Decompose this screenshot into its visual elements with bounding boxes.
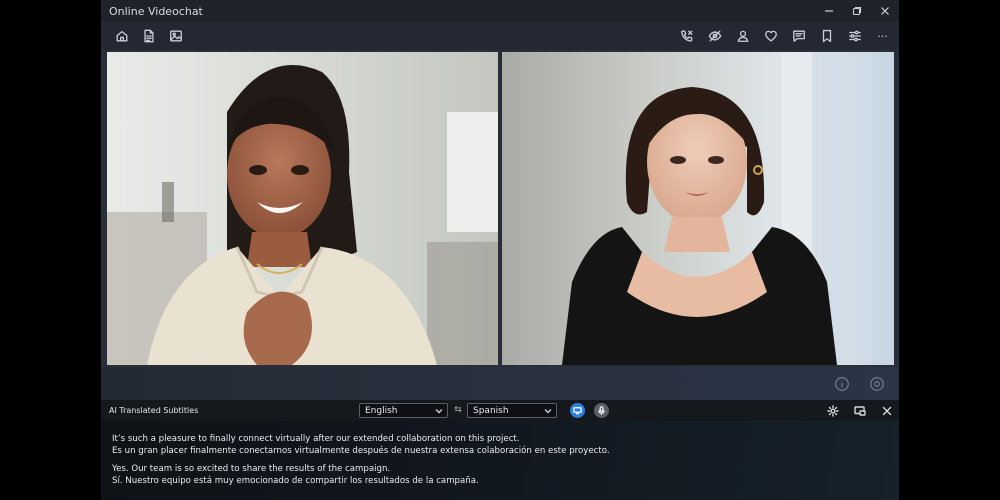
bookmark-icon[interactable] <box>816 26 837 47</box>
stage-control-bar <box>101 367 899 400</box>
microphone-icon <box>598 406 605 415</box>
gear-icon[interactable] <box>825 403 841 418</box>
source-language-value: English <box>365 405 398 416</box>
settings-circle-icon[interactable] <box>869 376 885 392</box>
home-icon[interactable] <box>111 26 132 47</box>
subtitle-transcript: It’s such a pleasure to finally connect … <box>101 421 899 500</box>
subtitle-original: Yes. Our team is so excited to share the… <box>112 464 391 474</box>
videochat-window: Online Videochat ··· AI Translated Subti… <box>101 0 899 500</box>
window-title: Online Videochat <box>109 4 203 18</box>
subtitles-header: AI Translated Subtitles English ⇆ Spanis… <box>101 400 899 421</box>
heart-icon[interactable] <box>760 26 781 47</box>
swap-languages-icon[interactable]: ⇆ <box>453 404 463 416</box>
source-language-select[interactable]: English <box>359 403 448 418</box>
mic-button[interactable] <box>594 403 609 418</box>
monitor-icon <box>573 407 582 415</box>
close-icon[interactable] <box>879 403 895 418</box>
info-icon[interactable] <box>834 376 850 392</box>
sliders-icon[interactable] <box>844 26 865 47</box>
chevron-down-icon <box>544 407 552 415</box>
subtitle-translation: Es un gran placer finalmente conectarnos… <box>112 446 610 456</box>
eye-off-icon[interactable] <box>704 26 725 47</box>
screen-subtitles-button[interactable] <box>570 403 585 418</box>
more-icon[interactable]: ··· <box>872 26 893 47</box>
close-icon[interactable] <box>871 0 899 22</box>
minimize-icon[interactable] <box>815 0 843 22</box>
screen-icon[interactable] <box>852 403 868 418</box>
target-language-select[interactable]: Spanish <box>467 403 557 418</box>
subtitle-original: It’s such a pleasure to finally connect … <box>112 434 520 444</box>
person-icon[interactable] <box>732 26 753 47</box>
title-bar: Online Videochat <box>101 0 899 22</box>
participant-video-right[interactable] <box>502 52 894 365</box>
toolbar: ··· <box>101 22 899 50</box>
video-stage <box>101 50 899 367</box>
phone-call-icon[interactable] <box>676 26 697 47</box>
document-icon[interactable] <box>138 26 159 47</box>
image-icon[interactable] <box>165 26 186 47</box>
restore-icon[interactable] <box>843 0 871 22</box>
subtitles-label: AI Translated Subtitles <box>109 406 199 415</box>
subtitle-entry: Yes. Our team is so excited to share the… <box>112 463 899 487</box>
subtitle-translation: Sí. Nuestro equipo está muy emocionado d… <box>112 476 479 486</box>
subtitle-entry: It’s such a pleasure to finally connect … <box>112 433 899 457</box>
participant-video-left[interactable] <box>107 52 498 365</box>
chevron-down-icon <box>435 407 443 415</box>
target-language-value: Spanish <box>473 405 509 416</box>
chat-icon[interactable] <box>788 26 809 47</box>
